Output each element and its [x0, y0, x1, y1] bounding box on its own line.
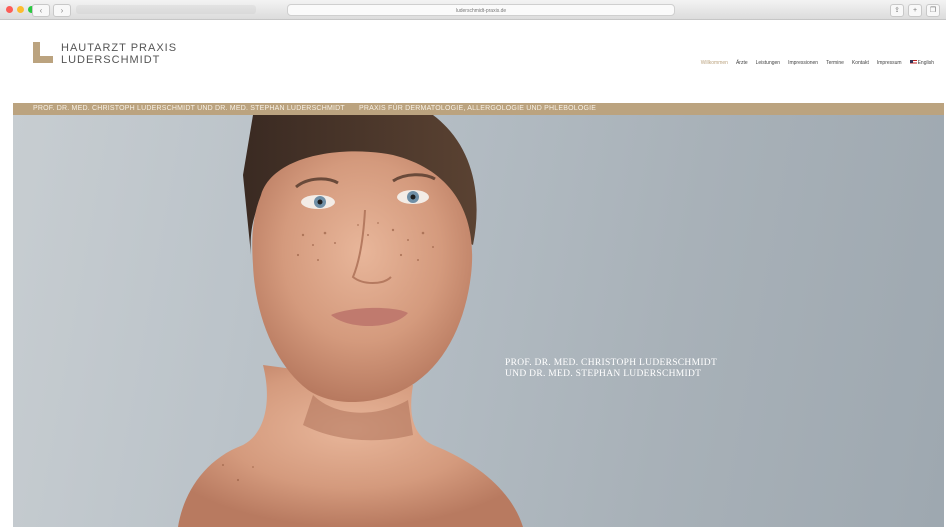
window-controls: [6, 6, 35, 13]
nav-item-willkommen[interactable]: Willkommen: [701, 60, 728, 66]
hero-portrait-illustration: [178, 115, 523, 527]
main-navigation: Willkommen Ärzte Leistungen Impressionen…: [701, 60, 934, 66]
forward-button[interactable]: ›: [53, 4, 71, 17]
plus-icon: +: [912, 7, 918, 14]
tab-strip: [76, 5, 256, 14]
chevron-left-icon: ‹: [39, 6, 43, 15]
us-flag-icon: [909, 60, 917, 66]
nav-item-aerzte[interactable]: Ärzte: [736, 60, 748, 66]
hero-caption-line-2: UND DR. MED. STEPHAN LUDERSCHMIDT: [505, 369, 702, 379]
logo-mark-icon: [33, 42, 53, 63]
close-window-button[interactable]: [6, 6, 13, 13]
share-button[interactable]: ⇪: [890, 4, 904, 17]
nav-item-impressum[interactable]: Impressum: [877, 60, 902, 66]
band-doctors-text: PROF. DR. MED. CHRISTOPH LUDERSCHMIDT UN…: [33, 105, 345, 112]
nav-item-termine[interactable]: Termine: [826, 60, 844, 66]
nav-item-impressionen[interactable]: Impressionen: [788, 60, 818, 66]
url-text: luderschmidt-praxis.de: [455, 8, 507, 14]
address-bar[interactable]: luderschmidt-praxis.de: [287, 4, 675, 16]
hero-image: PROF. DR. MED. CHRISTOPH LUDERSCHMIDT UN…: [13, 115, 944, 527]
nav-item-leistungen[interactable]: Leistungen: [756, 60, 780, 66]
hero-caption: PROF. DR. MED. CHRISTOPH LUDERSCHMIDT UN…: [505, 358, 717, 380]
tabs-overview-button[interactable]: ❐: [926, 4, 940, 17]
logo-text: HAUTARZT PRAXIS LUDERSCHMIDT: [61, 42, 177, 66]
logo-line-2: LUDERSCHMIDT: [61, 54, 161, 66]
minimize-window-button[interactable]: [17, 6, 24, 13]
hero-caption-line-1: PROF. DR. MED. CHRISTOPH LUDERSCHMIDT: [505, 358, 718, 368]
nav-item-english-label: English: [917, 60, 934, 66]
tabs-icon: ❐: [929, 7, 937, 14]
browser-toolbar: ‹ › luderschmidt-praxis.de ⇪ + ❐: [0, 0, 946, 20]
share-icon: ⇪: [894, 7, 900, 14]
site-logo[interactable]: HAUTARZT PRAXIS LUDERSCHMIDT: [33, 42, 177, 66]
nav-item-kontakt[interactable]: Kontakt: [852, 60, 869, 66]
back-button[interactable]: ‹: [32, 4, 50, 17]
subtitle-band: PROF. DR. MED. CHRISTOPH LUDERSCHMIDT UN…: [13, 103, 944, 115]
nav-item-english[interactable]: English: [909, 60, 934, 66]
band-practice-text: PRAXIS FÜR DERMATOLOGIE, ALLERGOLOGIE UN…: [359, 105, 597, 112]
chevron-right-icon: ›: [60, 6, 64, 15]
logo-line-1: HAUTARZT PRAXIS: [61, 42, 178, 54]
new-tab-button[interactable]: +: [908, 4, 922, 17]
